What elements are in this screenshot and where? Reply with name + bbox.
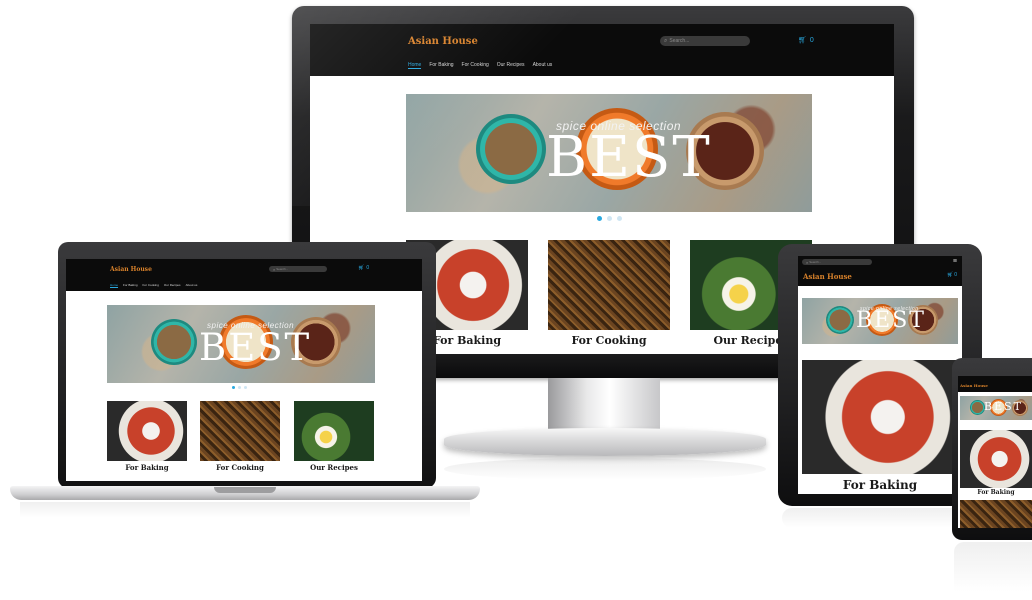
- main-nav: Home For Baking For Cooking Our Recipes …: [110, 283, 197, 288]
- banner-bowl-image: [476, 114, 546, 184]
- laptop-hinge-notch: [214, 487, 276, 493]
- card-image-baking[interactable]: [802, 360, 958, 474]
- site-header: Asian House ⌕ Search... 🛒︎ 0 Home For Ba…: [310, 24, 894, 76]
- monitor-stand-reflection: [444, 458, 766, 480]
- search-placeholder: Search...: [669, 38, 690, 44]
- nav-our-recipes[interactable]: Our Recipes: [497, 62, 525, 69]
- nav-our-recipes[interactable]: Our Recipes: [164, 283, 181, 288]
- search-input[interactable]: ⌕ Search...: [660, 36, 750, 46]
- search-placeholder: Search...: [276, 267, 289, 271]
- banner-headline: BEST: [546, 125, 712, 190]
- brand-logo[interactable]: Asian House: [110, 266, 152, 273]
- carousel-dot[interactable]: [244, 386, 247, 389]
- cart-button[interactable]: 🛒︎ 0: [358, 265, 369, 271]
- nav-home[interactable]: Home: [110, 283, 119, 288]
- banner-headline: BEST: [856, 308, 926, 333]
- banner-bowl-image: [826, 306, 854, 334]
- cart-button[interactable]: 🛒︎ 0: [947, 272, 957, 278]
- cart-count: 0: [366, 265, 370, 271]
- nav-for-cooking[interactable]: For Cooking: [143, 283, 159, 288]
- brand-logo[interactable]: Asian House: [960, 383, 988, 388]
- carousel-dot[interactable]: [238, 386, 241, 389]
- card-image-cooking[interactable]: [960, 500, 1032, 528]
- card-image-cooking[interactable]: [200, 401, 280, 461]
- phone-reflection: [954, 542, 1032, 592]
- banner-headline: BEST: [984, 400, 1023, 413]
- tablet-reflection: [782, 508, 978, 528]
- nav-about-us[interactable]: About us: [533, 62, 553, 69]
- site-header: Asian House ⌕ Search... 🛒︎ 0 Home For Ba…: [66, 259, 422, 291]
- carousel-dot[interactable]: [617, 216, 622, 221]
- carousel-dot[interactable]: [232, 386, 235, 389]
- hero-banner[interactable]: BEST: [960, 396, 1032, 420]
- card-image-recipes[interactable]: [294, 401, 374, 461]
- carousel-dot[interactable]: [597, 216, 602, 221]
- nav-home[interactable]: Home: [408, 62, 422, 69]
- phone-screen: Asian House BEST For Baking: [958, 376, 1032, 528]
- site-header: Asian House: [958, 376, 1032, 392]
- site-header: ⌕ Search... ≡ Asian House 🛒︎ 0: [798, 256, 962, 286]
- laptop-screen: Asian House ⌕ Search... 🛒︎ 0 Home For Ba…: [66, 259, 422, 481]
- brand-logo[interactable]: Asian House: [803, 272, 852, 281]
- hero-banner[interactable]: spice online selection BEST: [406, 94, 812, 212]
- card-image-baking[interactable]: [107, 401, 187, 461]
- search-input[interactable]: ⌕ Search...: [269, 266, 327, 272]
- nav-for-cooking[interactable]: For Cooking: [462, 62, 489, 69]
- carousel-indicators: [232, 386, 247, 389]
- banner-bowl-image: [151, 319, 197, 365]
- card-label-cooking[interactable]: For Cooking: [200, 463, 280, 472]
- hero-banner[interactable]: spice online selection BEST: [802, 298, 958, 344]
- cart-icon: 🛒︎: [946, 272, 954, 278]
- hero-banner[interactable]: spice online selection BEST: [107, 305, 375, 383]
- cart-count: 0: [954, 272, 957, 278]
- hamburger-menu-icon[interactable]: ≡: [953, 258, 957, 265]
- monitor-stand-neck: [548, 378, 660, 430]
- banner-bowl-image: [970, 400, 985, 415]
- carousel-indicators: [597, 216, 622, 221]
- cart-count: 0: [809, 36, 814, 44]
- search-placeholder: Search...: [809, 260, 822, 264]
- cart-icon: 🛒︎: [798, 37, 807, 44]
- search-icon: ⌕: [806, 259, 809, 265]
- cart-icon: 🛒︎: [358, 265, 365, 271]
- banner-headline: BEST: [199, 326, 312, 369]
- card-image-cooking[interactable]: [548, 240, 670, 330]
- card-label-cooking[interactable]: For Cooking: [548, 334, 670, 347]
- card-label-recipes[interactable]: Our Recipes: [294, 463, 374, 472]
- nav-about-us[interactable]: About us: [186, 283, 198, 288]
- monitor-stand-base: [444, 428, 766, 456]
- search-input[interactable]: ⌕ Search...: [802, 259, 872, 265]
- card-label-baking[interactable]: For Baking: [107, 463, 187, 472]
- tablet-screen: ⌕ Search... ≡ Asian House 🛒︎ 0 spice onl…: [798, 256, 962, 494]
- search-icon: ⌕: [664, 37, 668, 44]
- brand-logo[interactable]: Asian House: [408, 36, 478, 47]
- main-nav: Home For Baking For Cooking Our Recipes …: [408, 62, 552, 69]
- laptop-reflection: [20, 502, 470, 518]
- search-icon: ⌕: [273, 266, 276, 272]
- card-label-baking[interactable]: For Baking: [802, 478, 958, 492]
- card-label-baking[interactable]: For Baking: [960, 489, 1032, 496]
- cart-button[interactable]: 🛒︎ 0: [798, 36, 814, 45]
- carousel-dot[interactable]: [607, 216, 612, 221]
- nav-for-baking[interactable]: For Baking: [123, 283, 138, 288]
- card-image-baking[interactable]: [960, 430, 1032, 488]
- nav-for-baking[interactable]: For Baking: [429, 62, 453, 69]
